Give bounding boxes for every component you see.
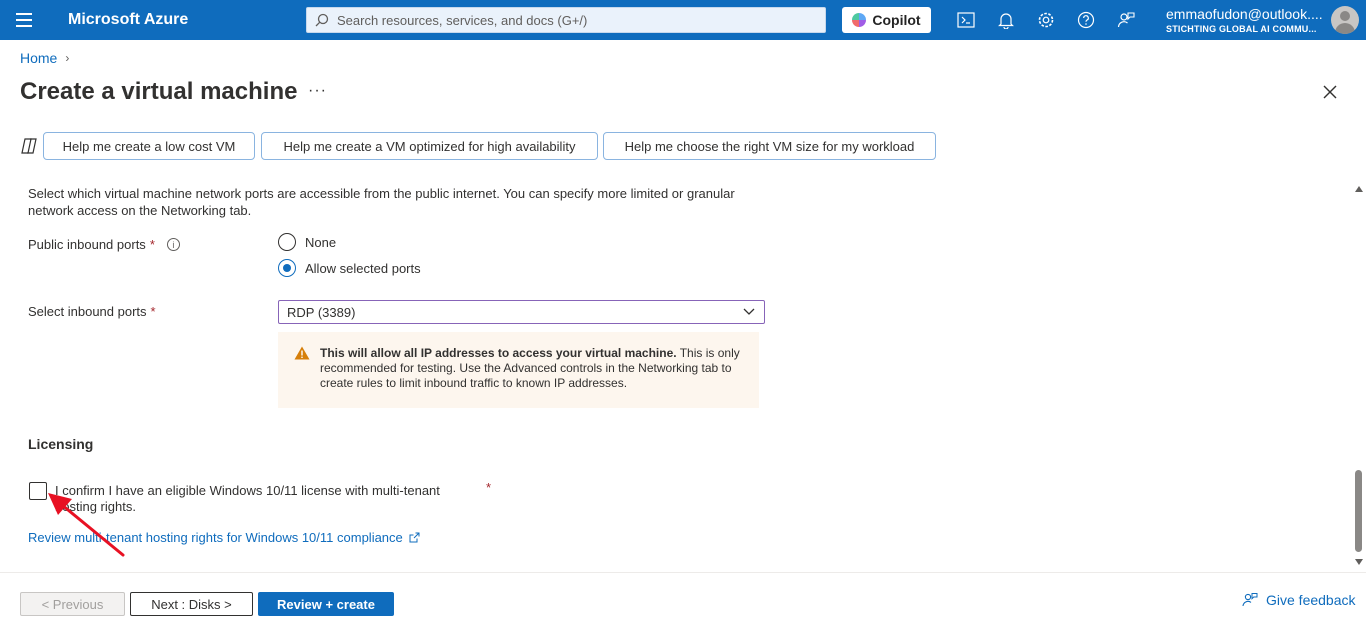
account-organization: STICHTING GLOBAL AI COMMU... [1166,24,1317,34]
feedback-person-icon [1242,593,1258,607]
feedback-person-icon[interactable] [1117,11,1135,29]
chevron-right-icon: › [65,51,70,65]
review-hosting-rights-text: Review multi-tenant hosting rights for W… [28,530,403,545]
scrollbar-thumb[interactable] [1355,470,1362,552]
help-icon[interactable] [1077,11,1095,29]
footer-divider [0,572,1366,573]
settings-gear-icon[interactable] [1037,11,1055,29]
radio-allow-selected-ports[interactable] [278,259,296,277]
suggestion-high-availability-button[interactable]: Help me create a VM optimized for high a… [261,132,598,160]
global-search[interactable] [306,7,826,33]
scroll-down-arrow-icon[interactable] [1354,557,1364,567]
radio-option-allow-selected-ports[interactable]: Allow selected ports [278,259,421,277]
info-icon[interactable]: i [166,238,180,251]
more-options-button[interactable]: ··· [308,82,327,100]
suggestion-vm-size-button[interactable]: Help me choose the right VM size for my … [603,132,936,160]
copilot-icon [852,13,867,27]
licensing-section-title: Licensing [28,436,94,452]
brand-name[interactable]: Microsoft Azure [68,11,188,29]
give-feedback-label: Give feedback [1266,592,1356,608]
inbound-ports-description: Select which virtual machine network por… [28,186,735,218]
radio-none-label: None [305,234,337,250]
avatar[interactable] [1331,6,1359,34]
warning-triangle-icon [294,346,310,360]
notifications-bell-icon[interactable] [997,11,1015,29]
radio-none[interactable] [278,233,296,251]
required-asterisk: * [149,237,155,252]
top-navigation-bar: Microsoft Azure Copilot emmaofudon@outlo… [0,0,1366,40]
next-disks-button[interactable]: Next : Disks > [130,592,253,616]
inbound-ports-dropdown[interactable]: RDP (3389) [278,300,765,324]
required-asterisk: * [486,480,492,495]
menu-icon[interactable] [16,13,32,27]
account-info[interactable]: emmaofudon@outlook.... STICHTING GLOBAL … [1166,6,1323,34]
warning-bold-text: This will allow all IP addresses to acce… [320,346,677,360]
license-confirm-label[interactable]: I confirm I have an eligible Windows 10/… [55,483,465,515]
search-icon [315,13,329,27]
inbound-ports-selected-value: RDP (3389) [287,304,356,320]
previous-button[interactable]: < Previous [20,592,125,616]
external-link-icon [409,532,420,543]
public-inbound-ports-label: Public inbound ports * i [28,237,180,252]
copilot-suggestions-icon [20,137,38,155]
copilot-label: Copilot [872,12,921,28]
radio-allow-label: Allow selected ports [305,260,421,276]
radio-option-none[interactable]: None [278,233,336,251]
account-email: emmaofudon@outlook.... [1166,6,1323,22]
select-inbound-ports-label: Select inbound ports * [28,304,156,319]
breadcrumb-home-link[interactable]: Home [20,50,57,66]
page-title: Create a virtual machine [20,78,298,105]
cloud-shell-icon[interactable] [957,11,975,29]
public-inbound-ports-text: Public inbound ports [28,237,146,252]
scroll-up-arrow-icon[interactable] [1354,184,1364,194]
search-input[interactable] [337,12,807,28]
copilot-button[interactable]: Copilot [842,7,931,33]
breadcrumb: Home › [20,50,69,66]
form-content: Select which virtual machine network por… [0,172,1352,568]
review-hosting-rights-link[interactable]: Review multi-tenant hosting rights for W… [28,530,420,545]
review-create-button[interactable]: Review + create [258,592,394,616]
suggestion-low-cost-vm-button[interactable]: Help me create a low cost VM [43,132,255,160]
close-icon[interactable] [1320,82,1340,102]
chevron-down-icon [743,308,755,315]
required-asterisk: * [150,304,156,319]
give-feedback-link[interactable]: Give feedback [1242,592,1356,608]
select-inbound-ports-text: Select inbound ports [28,304,147,319]
warning-message: This will allow all IP addresses to acce… [278,332,759,408]
license-confirm-checkbox[interactable] [29,482,47,500]
